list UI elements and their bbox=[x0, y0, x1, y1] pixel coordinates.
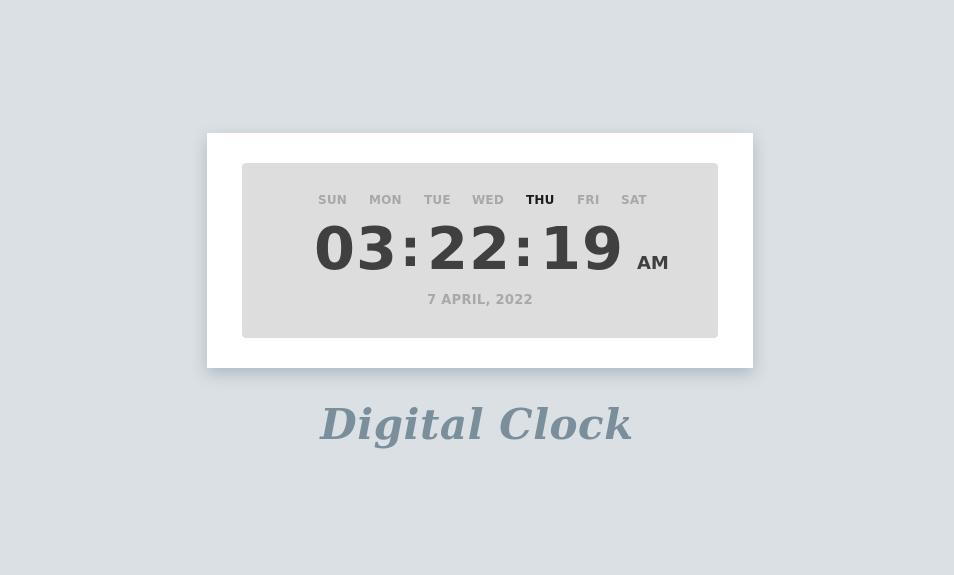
minutes-seconds-separator: : bbox=[513, 219, 534, 279]
weekday-thu-active: THU bbox=[526, 193, 555, 207]
seconds-value: 19 bbox=[540, 214, 625, 283]
date-label: 7 APRIL, 2022 bbox=[427, 293, 533, 308]
weekday-wed: WED bbox=[472, 193, 504, 207]
weekday-mon: MON bbox=[369, 193, 402, 207]
minutes-value: 22 bbox=[427, 214, 512, 283]
clock-card: SUN MON TUE WED THU FRI SAT 03 : 22 : 19… bbox=[207, 133, 753, 368]
page: SUN MON TUE WED THU FRI SAT 03 : 22 : 19… bbox=[0, 0, 954, 575]
hours-value: 03 bbox=[314, 214, 399, 283]
weekday-row: SUN MON TUE WED THU FRI SAT bbox=[242, 193, 718, 209]
weekday-tue: TUE bbox=[424, 193, 451, 207]
weekday-sat: SAT bbox=[621, 193, 647, 207]
weekday-fri: FRI bbox=[577, 193, 600, 207]
hours-minutes-separator: : bbox=[400, 219, 421, 279]
page-title: Digital Clock bbox=[320, 400, 634, 449]
clock-display: SUN MON TUE WED THU FRI SAT 03 : 22 : 19… bbox=[242, 163, 718, 338]
period-label: AM bbox=[637, 253, 669, 274]
weekday-sun: SUN bbox=[318, 193, 348, 207]
